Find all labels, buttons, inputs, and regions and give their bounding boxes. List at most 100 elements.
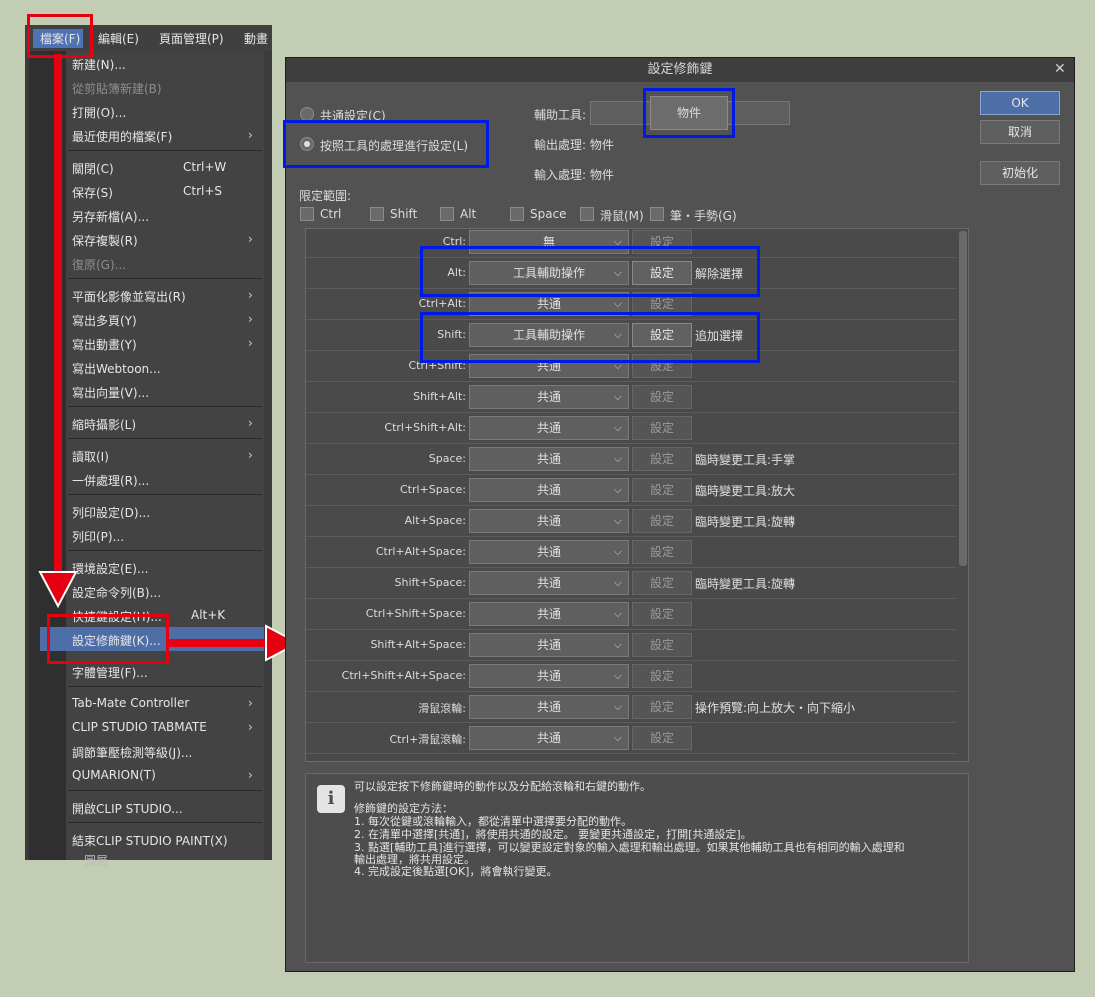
menu-item[interactable]: 最近使用的檔案(F)	[72, 128, 172, 145]
action-dropdown-value: 共通	[536, 297, 561, 311]
output-processing: 輸出處理: 物件	[534, 138, 614, 152]
menu-separator	[68, 438, 262, 439]
modifier-row: Ctrl+Shift+Alt+Space: 共通 ⌵ 設定	[306, 661, 956, 692]
menu-item[interactable]: 保存(S)	[72, 184, 113, 201]
scope-checkbox[interactable]	[300, 207, 314, 221]
menu-item[interactable]: 寫出動畫(Y)	[72, 336, 137, 353]
set-button: 設定	[632, 447, 692, 471]
action-dropdown[interactable]: 共通 ⌵	[469, 540, 629, 564]
action-dropdown-value: 共通	[536, 452, 561, 466]
menu-separator	[68, 406, 262, 407]
menu-item[interactable]: 調節筆壓檢測等級(J)...	[72, 744, 192, 761]
menu-item[interactable]: 列印(P)...	[72, 528, 124, 545]
modifier-key-label: Shift+Alt:	[413, 390, 466, 403]
menu-item[interactable]: 開啟CLIP STUDIO...	[72, 800, 183, 817]
submenu-arrow-icon: ›	[248, 416, 253, 430]
ok-button[interactable]: OK	[980, 91, 1060, 115]
menu-item[interactable]: 讀取(I)	[72, 448, 109, 465]
radio-common[interactable]	[300, 107, 314, 121]
action-dropdown-value: 共通	[536, 545, 561, 559]
scope-checkbox[interactable]	[440, 207, 454, 221]
chevron-down-icon: ⌵	[613, 607, 622, 620]
action-dropdown[interactable]: 共通 ⌵	[469, 509, 629, 533]
menu-item[interactable]: 字體管理(F)...	[72, 664, 148, 681]
scope-checkbox-label: 滑鼠(M)	[600, 209, 644, 223]
scope-checkbox[interactable]	[370, 207, 384, 221]
action-dropdown[interactable]: 共通 ⌵	[469, 385, 629, 409]
scope-checkbox-label: Space	[530, 207, 567, 221]
menu-item[interactable]: 保存複製(R)	[72, 232, 138, 249]
menu-item[interactable]: 縮時攝影(L)	[72, 416, 136, 433]
modifier-key-label: 滑鼠滾輪:	[418, 702, 466, 715]
menu-item[interactable]: 一併處理(R)...	[72, 472, 149, 489]
menu-separator	[68, 790, 262, 791]
menu-item[interactable]: 新建(N)...	[72, 56, 126, 73]
modifier-key-label: Alt+Space:	[404, 514, 466, 527]
menu-shortcut: Ctrl+W	[183, 160, 227, 174]
action-dropdown[interactable]: 共通 ⌵	[469, 416, 629, 440]
scope-checkbox[interactable]	[580, 207, 594, 221]
menu-item[interactable]: 打開(O)...	[72, 104, 126, 121]
menu-item[interactable]: 寫出向量(V)...	[72, 384, 149, 401]
action-dropdown-value: 共通	[536, 731, 561, 745]
set-button: 設定	[632, 571, 692, 595]
action-dropdown[interactable]: 共通 ⌵	[469, 726, 629, 750]
menu-item[interactable]: 關閉(C)	[72, 160, 114, 177]
action-dropdown[interactable]: 共通 ⌵	[469, 695, 629, 719]
action-dropdown-value: 共通	[536, 607, 561, 621]
modifier-row: Shift+Alt: 共通 ⌵ 設定	[306, 382, 956, 413]
menu-item[interactable]: 環境設定(E)...	[72, 560, 148, 577]
scrollbar-thumb[interactable]	[959, 231, 967, 566]
annotation-arrow-down	[54, 54, 62, 574]
cancel-button[interactable]: 取消	[980, 120, 1060, 144]
menu-separator	[68, 686, 262, 687]
menu-item[interactable]: 寫出多頁(Y)	[72, 312, 137, 329]
chevron-down-icon: ⌵	[613, 700, 622, 713]
menu-item[interactable]: 列印設定(D)...	[72, 504, 150, 521]
action-dropdown[interactable]: 共通 ⌵	[469, 478, 629, 502]
scope-checkbox-label: 筆・手勢(G)	[670, 209, 737, 223]
highlight-per-tool-radio	[283, 120, 489, 168]
scope-checkbox[interactable]	[510, 207, 524, 221]
input-processing: 輸入處理: 物件	[534, 168, 614, 182]
set-button: 設定	[632, 478, 692, 502]
action-dropdown[interactable]: 共通 ⌵	[469, 602, 629, 626]
modifier-key-label: Ctrl+Alt:	[418, 297, 466, 310]
action-dropdown[interactable]: 共通 ⌵	[469, 447, 629, 471]
menu-item[interactable]: 另存新檔(A)...	[72, 208, 149, 225]
menu-separator	[68, 150, 262, 151]
modifier-row: Space: 共通 ⌵ 設定 臨時變更工具:手掌	[306, 444, 956, 475]
scope-checkbox[interactable]	[650, 207, 664, 221]
action-dropdown[interactable]: 共通 ⌵	[469, 633, 629, 657]
scope-checkbox-label: Shift	[390, 207, 418, 221]
menu-item[interactable]: Tab-Mate Controller	[72, 696, 189, 710]
action-dropdown-value: 共通	[536, 669, 561, 683]
close-icon[interactable]: ✕	[1054, 61, 1066, 77]
submenu-arrow-icon: ›	[248, 720, 253, 734]
highlight-tool-button	[643, 88, 735, 138]
set-button: 設定	[632, 633, 692, 657]
chevron-down-icon: ⌵	[613, 545, 622, 558]
menubar-page[interactable]: 頁面管理(P)	[159, 30, 224, 47]
menu-item[interactable]: 圖層	[84, 852, 108, 869]
action-dropdown[interactable]: 共通 ⌵	[469, 571, 629, 595]
action-dropdown-value: 共通	[536, 700, 561, 714]
action-description: 操作預覽:向上放大・向下縮小	[695, 701, 856, 715]
menubar-edit[interactable]: 編輯(E)	[98, 30, 139, 47]
menu-item[interactable]: QUMARION(T)	[72, 768, 156, 782]
menu-item[interactable]: 設定命令列(B)...	[72, 584, 161, 601]
menubar-animation[interactable]: 動畫	[244, 30, 268, 47]
menu-item[interactable]: 結束CLIP STUDIO PAINT(X)	[72, 832, 228, 849]
menu-separator	[68, 278, 262, 279]
modifier-row: 滑鼠滾輪: 共通 ⌵ 設定 操作預覽:向上放大・向下縮小	[306, 692, 956, 723]
set-button: 設定	[632, 695, 692, 719]
set-button: 設定	[632, 509, 692, 533]
action-dropdown[interactable]: 共通 ⌵	[469, 664, 629, 688]
action-dropdown-value: 共通	[536, 638, 561, 652]
menu-item[interactable]: CLIP STUDIO TABMATE	[72, 720, 207, 734]
annotation-arrow-right	[166, 639, 270, 647]
modifier-row: Shift+Space: 共通 ⌵ 設定 臨時變更工具:旋轉	[306, 568, 956, 599]
menu-item[interactable]: 平面化影像並寫出(R)	[72, 288, 186, 305]
reset-button[interactable]: 初始化	[980, 161, 1060, 185]
menu-item[interactable]: 寫出Webtoon...	[72, 360, 161, 377]
